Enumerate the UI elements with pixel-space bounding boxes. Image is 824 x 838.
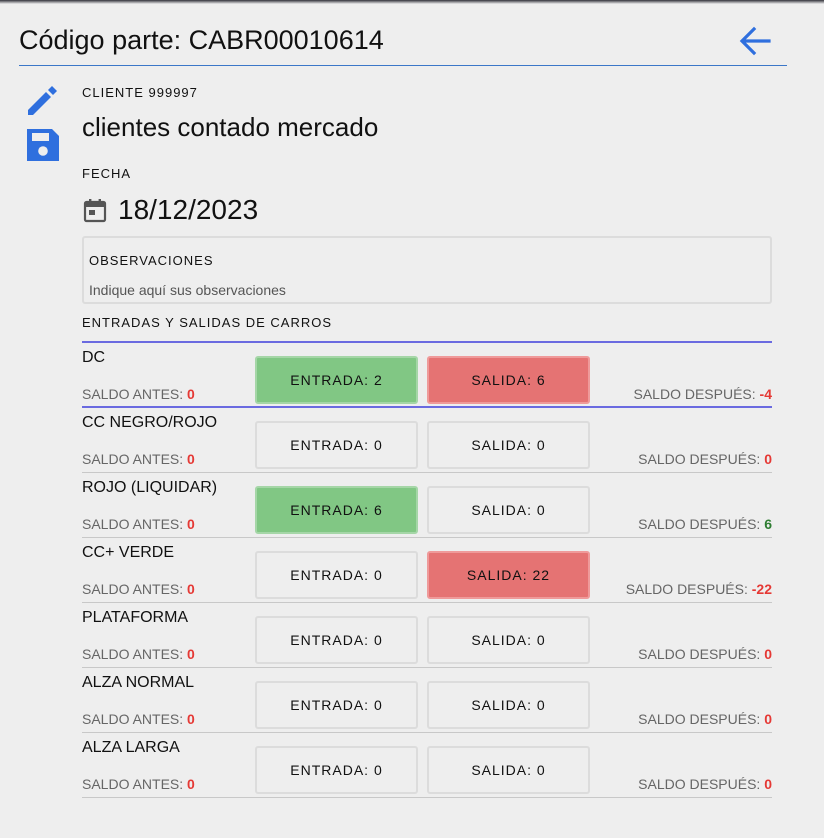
floppy-disk-icon[interactable] (24, 126, 62, 164)
top-shadow (0, 0, 824, 4)
saldo-antes-value: 0 (187, 451, 195, 467)
carro-name: ALZA LARGA (82, 739, 180, 756)
carro-row: DC SALDO ANTES: 0 ENTRADA: 2 SALIDA: 6 S… (82, 343, 772, 408)
fecha-label: FECHA (82, 166, 132, 181)
date-value: 18/12/2023 (118, 194, 259, 225)
carro-name: ROJO (LIQUIDAR) (82, 479, 218, 496)
entrada-button[interactable]: ENTRADA: 2 (255, 356, 418, 404)
saldo-antes-value: 0 (187, 776, 195, 792)
calendar-icon (82, 197, 108, 223)
entrada-button[interactable]: ENTRADA: 0 (255, 616, 418, 664)
salida-button[interactable]: SALIDA: 0 (427, 421, 590, 469)
entrada-button[interactable]: ENTRADA: 0 (255, 551, 418, 599)
saldo-antes-value: 0 (187, 711, 195, 727)
saldo-despues: SALDO DESPUÉS: 6 (638, 516, 772, 532)
carro-name: CC+ VERDE (82, 544, 175, 561)
saldo-antes-value: 0 (187, 581, 195, 597)
saldo-despues-value: 0 (764, 776, 772, 792)
carro-row: ALZA LARGA SALDO ANTES: 0 ENTRADA: 0 SAL… (82, 733, 772, 798)
salida-button[interactable]: SALIDA: 0 (427, 746, 590, 794)
entrada-button[interactable]: ENTRADA: 0 (255, 421, 418, 469)
saldo-despues: SALDO DESPUÉS: 0 (638, 451, 772, 467)
salida-button[interactable]: SALIDA: 0 (427, 486, 590, 534)
saldo-antes: SALDO ANTES: 0 (82, 451, 195, 467)
carro-row: ROJO (LIQUIDAR) SALDO ANTES: 0 ENTRADA: … (82, 473, 772, 538)
carro-row: ALZA NORMAL SALDO ANTES: 0 ENTRADA: 0 SA… (82, 668, 772, 733)
saldo-antes: SALDO ANTES: 0 (82, 386, 195, 402)
carro-name: DC (82, 349, 106, 366)
saldo-despues: SALDO DESPUÉS: 0 (638, 646, 772, 662)
page-title: Código parte: CABR00010614 (19, 25, 384, 55)
observaciones-label: OBSERVACIONES (89, 253, 214, 268)
saldo-despues-value: 0 (764, 646, 772, 662)
carro-name: ALZA NORMAL (82, 674, 195, 691)
carros-list: DC SALDO ANTES: 0 ENTRADA: 2 SALIDA: 6 S… (82, 343, 772, 798)
date-row[interactable]: 18/12/2023 (82, 192, 258, 228)
arrow-back-icon[interactable] (737, 24, 773, 58)
saldo-antes-value: 0 (187, 516, 195, 532)
saldo-despues: SALDO DESPUÉS: -22 (625, 581, 772, 597)
saldo-despues: SALDO DESPUÉS: 0 (638, 711, 772, 727)
saldo-antes-value: 0 (187, 646, 195, 662)
salida-button[interactable]: SALIDA: 6 (427, 356, 590, 404)
client-name: clientes contado mercado (82, 112, 379, 142)
saldo-despues-value: 0 (764, 451, 772, 467)
saldo-despues: SALDO DESPUÉS: 0 (638, 776, 772, 792)
saldo-antes: SALDO ANTES: 0 (82, 776, 195, 792)
carro-row: CC NEGRO/ROJO SALDO ANTES: 0 ENTRADA: 0 … (82, 408, 772, 473)
saldo-despues-value: 6 (764, 516, 772, 532)
entrada-button[interactable]: ENTRADA: 0 (255, 681, 418, 729)
carro-name: CC NEGRO/ROJO (82, 414, 218, 431)
header: Código parte: CABR00010614 (19, 22, 787, 66)
saldo-despues-value: 0 (764, 711, 772, 727)
entrada-button[interactable]: ENTRADA: 0 (255, 746, 418, 794)
salida-button[interactable]: SALIDA: 0 (427, 681, 590, 729)
observaciones-field[interactable]: OBSERVACIONES Indique aquí sus observaci… (82, 236, 772, 304)
saldo-antes: SALDO ANTES: 0 (82, 646, 195, 662)
carro-name: PLATAFORMA (82, 609, 189, 626)
carro-row: PLATAFORMA SALDO ANTES: 0 ENTRADA: 0 SAL… (82, 603, 772, 668)
cliente-label: CLIENTE 999997 (82, 85, 198, 100)
carro-row: CC+ VERDE SALDO ANTES: 0 ENTRADA: 0 SALI… (82, 538, 772, 603)
saldo-antes-value: 0 (187, 386, 195, 402)
saldo-despues: SALDO DESPUÉS: -4 (633, 386, 773, 402)
pencil-icon[interactable] (24, 80, 62, 118)
section-title: ENTRADAS Y SALIDAS DE CARROS (82, 315, 333, 330)
saldo-despues-value: -4 (759, 386, 772, 402)
saldo-despues-value: -22 (751, 581, 772, 597)
saldo-antes: SALDO ANTES: 0 (82, 711, 195, 727)
salida-button[interactable]: SALIDA: 22 (427, 551, 590, 599)
saldo-antes: SALDO ANTES: 0 (82, 516, 195, 532)
salida-button[interactable]: SALIDA: 0 (427, 616, 590, 664)
entrada-button[interactable]: ENTRADA: 6 (255, 486, 418, 534)
saldo-antes: SALDO ANTES: 0 (82, 581, 195, 597)
observaciones-placeholder: Indique aquí sus observaciones (89, 282, 286, 298)
